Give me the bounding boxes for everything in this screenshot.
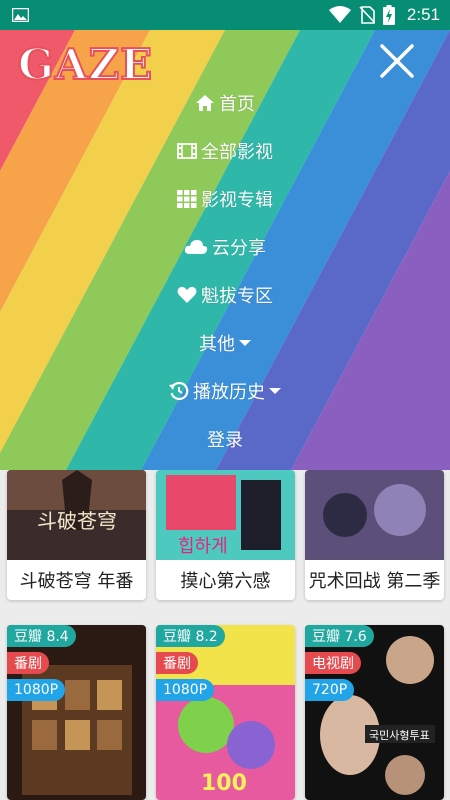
genre-badge: 番剧 <box>7 652 49 674</box>
menu-item-kuiba-zone[interactable]: 魁拔专区 <box>0 277 450 313</box>
image-notification-icon <box>12 8 29 22</box>
caret-down-icon <box>239 340 251 346</box>
svg-text:힙하게: 힙하게 <box>178 536 228 557</box>
menu-item-label: 登录 <box>207 430 243 451</box>
menu-item-label: 全部影视 <box>201 142 273 163</box>
svg-text:斗破苍穹: 斗破苍穹 <box>37 509 117 533</box>
genre-badge: 电视剧 <box>305 652 361 674</box>
movie-title: 斗破苍穹 年番 <box>19 571 134 592</box>
menu-item-label: 其他 <box>199 334 235 355</box>
menu-item-login[interactable]: 登录 <box>0 421 450 457</box>
menu-item-other[interactable]: 其他 <box>0 325 450 361</box>
genre-badge: 番剧 <box>156 652 198 674</box>
menu-item-label: 首页 <box>219 94 255 115</box>
resolution-badge: 1080P <box>7 679 66 701</box>
movie-card[interactable]: 斗破苍穹 斗破苍穹 年番 <box>7 470 146 600</box>
heart-icon <box>177 286 197 303</box>
menu-item-label: 播放历史 <box>193 382 265 403</box>
poster-image: 斗破苍穹 <box>7 470 146 560</box>
svg-text:국민사형투표: 국민사형투표 <box>369 729 430 742</box>
menu-item-label: 云分享 <box>212 238 266 259</box>
movie-card[interactable]: 국민사형투표 豆瓣 7.6 电视剧 720P <box>305 625 444 800</box>
menu-item-collections[interactable]: 影视专辑 <box>0 181 450 217</box>
navigation-menu: GAZE 首页 全部影视 影视专辑 云分享 魁拔专区 其他 播放历史 登录 <box>0 30 450 470</box>
douban-score-badge: 豆瓣 8.4 <box>7 625 76 647</box>
film-icon <box>177 143 197 159</box>
history-icon <box>169 381 189 401</box>
douban-score-badge: 豆瓣 7.6 <box>305 625 374 647</box>
app-logo: GAZE <box>17 39 154 90</box>
status-bar: 2:51 <box>0 0 450 30</box>
movie-title: 摸心第六感 <box>180 571 271 592</box>
caret-down-icon <box>269 388 281 394</box>
movie-title: 咒术回战 第二季 <box>308 571 441 592</box>
menu-item-play-history[interactable]: 播放历史 <box>0 373 450 409</box>
movie-card[interactable]: 豆瓣 8.4 番剧 1080P <box>7 625 146 800</box>
resolution-badge: 1080P <box>156 679 215 701</box>
menu-item-label: 影视专辑 <box>201 190 273 211</box>
menu-item-cloud-share[interactable]: 云分享 <box>0 229 450 265</box>
battery-charging-icon <box>382 5 395 25</box>
movie-card[interactable]: 100 豆瓣 8.2 番剧 1080P <box>156 625 295 800</box>
home-icon <box>196 95 214 111</box>
no-sim-icon <box>359 6 375 24</box>
menu-item-label: 魁拔专区 <box>201 286 273 307</box>
movie-card[interactable]: 咒术回战 第二季 <box>305 470 444 600</box>
cloud-icon <box>184 240 208 254</box>
poster-image: 힙하게 <box>156 470 295 560</box>
resolution-badge: 720P <box>305 679 355 701</box>
movie-card[interactable]: 힙하게 摸心第六感 <box>156 470 295 600</box>
grid-icon <box>177 190 197 208</box>
wifi-icon <box>328 6 351 23</box>
poster-image <box>305 470 444 560</box>
menu-item-home[interactable]: 首页 <box>0 85 450 121</box>
close-icon[interactable] <box>378 42 416 80</box>
menu-item-all-videos[interactable]: 全部影视 <box>0 133 450 169</box>
clock: 2:51 <box>406 5 440 24</box>
svg-text:100: 100 <box>201 771 247 796</box>
douban-score-badge: 豆瓣 8.2 <box>156 625 225 647</box>
